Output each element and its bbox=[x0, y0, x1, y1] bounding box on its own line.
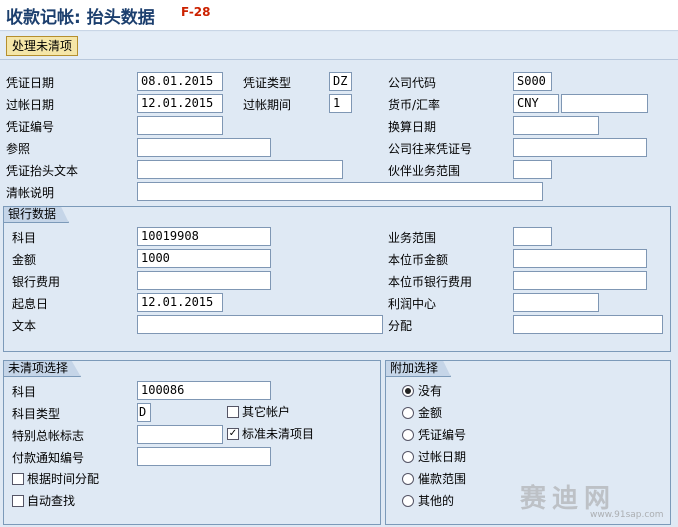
profit-center-label: 利润中心 bbox=[388, 297, 437, 311]
payment-advice-field[interactable] bbox=[137, 447, 271, 466]
translation-date-label: 换算日期 bbox=[388, 120, 437, 134]
radio-posting-date[interactable] bbox=[402, 451, 414, 463]
currency-field[interactable]: CNY bbox=[513, 94, 559, 113]
auto-search-label: 自动查找 bbox=[27, 494, 76, 508]
standard-oi-checkbox[interactable]: ✓ bbox=[227, 428, 239, 440]
radio-amount[interactable] bbox=[402, 407, 414, 419]
header-text-label: 凭证抬头文本 bbox=[6, 164, 79, 178]
doc-type-label: 凭证类型 bbox=[243, 76, 292, 90]
company-code-label: 公司代码 bbox=[388, 76, 437, 90]
other-accounts-label: 其它帐户 bbox=[242, 405, 291, 419]
radio-dunning-area-label: 催款范围 bbox=[418, 472, 467, 486]
title-bar: 收款记帐: 抬头数据 F-28 bbox=[0, 0, 678, 31]
exchange-rate-field[interactable] bbox=[561, 94, 648, 113]
check-mark-icon: ✓ bbox=[228, 428, 238, 439]
value-date-label: 起息日 bbox=[12, 297, 49, 311]
bank-charges-field[interactable] bbox=[137, 271, 271, 290]
page-title: 收款记帐: 抬头数据 bbox=[6, 8, 155, 28]
radio-none-label: 没有 bbox=[418, 384, 443, 398]
special-gl-field[interactable] bbox=[137, 425, 223, 444]
bank-text-field[interactable] bbox=[137, 315, 383, 334]
bank-data-title: 银行数据 bbox=[4, 207, 70, 223]
oi-account-field[interactable]: 100086 bbox=[137, 381, 271, 400]
watermark-url: www.91sap.com bbox=[590, 510, 664, 520]
clearing-text-field[interactable] bbox=[137, 182, 543, 201]
profit-center-field[interactable] bbox=[513, 293, 599, 312]
intercompany-field[interactable] bbox=[513, 138, 647, 157]
lc-amount-field[interactable] bbox=[513, 249, 647, 268]
account-type-label: 科目类型 bbox=[12, 407, 61, 421]
bank-text-label: 文本 bbox=[12, 319, 37, 333]
distribute-by-age-checkbox[interactable] bbox=[12, 473, 24, 485]
business-area-label: 业务范围 bbox=[388, 231, 437, 245]
doc-number-field[interactable] bbox=[137, 116, 223, 135]
posting-date-field[interactable]: 12.01.2015 bbox=[137, 94, 223, 113]
amount-label: 金额 bbox=[12, 253, 37, 267]
application-toolbar: 处理未清项 bbox=[0, 32, 678, 60]
lc-bank-charges-field[interactable] bbox=[513, 271, 647, 290]
radio-others[interactable] bbox=[402, 495, 414, 507]
payment-advice-label: 付款通知编号 bbox=[12, 451, 85, 465]
lc-amount-label: 本位币金额 bbox=[388, 253, 449, 267]
auto-search-checkbox[interactable] bbox=[12, 495, 24, 507]
standard-oi-label: 标准未清项目 bbox=[242, 427, 315, 441]
radio-doc-number[interactable] bbox=[402, 429, 414, 441]
lc-bank-charges-label: 本位币银行费用 bbox=[388, 275, 473, 289]
assignment-field[interactable] bbox=[513, 315, 663, 334]
assignment-label: 分配 bbox=[388, 319, 413, 333]
bank-charges-label: 银行费用 bbox=[12, 275, 61, 289]
company-code-field[interactable]: S000 bbox=[513, 72, 552, 91]
value-date-field[interactable]: 12.01.2015 bbox=[137, 293, 223, 312]
radio-doc-number-label: 凭证编号 bbox=[418, 428, 467, 442]
business-area-field[interactable] bbox=[513, 227, 552, 246]
radio-dunning-area[interactable] bbox=[402, 473, 414, 485]
bank-account-label: 科目 bbox=[12, 231, 37, 245]
doc-number-label: 凭证编号 bbox=[6, 120, 55, 134]
radio-amount-label: 金额 bbox=[418, 406, 443, 420]
amount-field[interactable]: 1000 bbox=[137, 249, 271, 268]
partner-ba-label: 伙伴业务范围 bbox=[388, 164, 461, 178]
partner-ba-field[interactable] bbox=[513, 160, 552, 179]
special-gl-label: 特别总帐标志 bbox=[12, 429, 85, 443]
period-field[interactable]: 1 bbox=[329, 94, 352, 113]
doc-date-field[interactable]: 08.01.2015 bbox=[137, 72, 223, 91]
radio-none[interactable] bbox=[402, 385, 414, 397]
doc-type-field[interactable]: DZ bbox=[329, 72, 352, 91]
radio-others-label: 其他的 bbox=[418, 494, 455, 508]
reference-label: 参照 bbox=[6, 142, 31, 156]
doc-date-label: 凭证日期 bbox=[6, 76, 55, 90]
account-type-field[interactable]: D bbox=[137, 403, 151, 422]
radio-posting-date-label: 过帐日期 bbox=[418, 450, 467, 464]
oi-account-label: 科目 bbox=[12, 385, 37, 399]
additional-selection-title: 附加选择 bbox=[386, 361, 452, 377]
header-text-field[interactable] bbox=[137, 160, 343, 179]
transaction-code: F-28 bbox=[181, 5, 211, 19]
distribute-by-age-label: 根据时间分配 bbox=[27, 472, 100, 486]
intercompany-label: 公司往来凭证号 bbox=[388, 142, 473, 156]
other-accounts-checkbox[interactable] bbox=[227, 406, 239, 418]
clearing-text-label: 清帐说明 bbox=[6, 186, 55, 200]
posting-date-label: 过帐日期 bbox=[6, 98, 55, 112]
period-label: 过帐期间 bbox=[243, 98, 292, 112]
process-open-items-button[interactable]: 处理未清项 bbox=[6, 36, 79, 56]
translation-date-field[interactable] bbox=[513, 116, 599, 135]
open-item-selection-title: 未清项选择 bbox=[4, 361, 82, 377]
bank-account-field[interactable]: 10019908 bbox=[137, 227, 271, 246]
currency-label: 货币/汇率 bbox=[388, 98, 441, 112]
reference-field[interactable] bbox=[137, 138, 271, 157]
